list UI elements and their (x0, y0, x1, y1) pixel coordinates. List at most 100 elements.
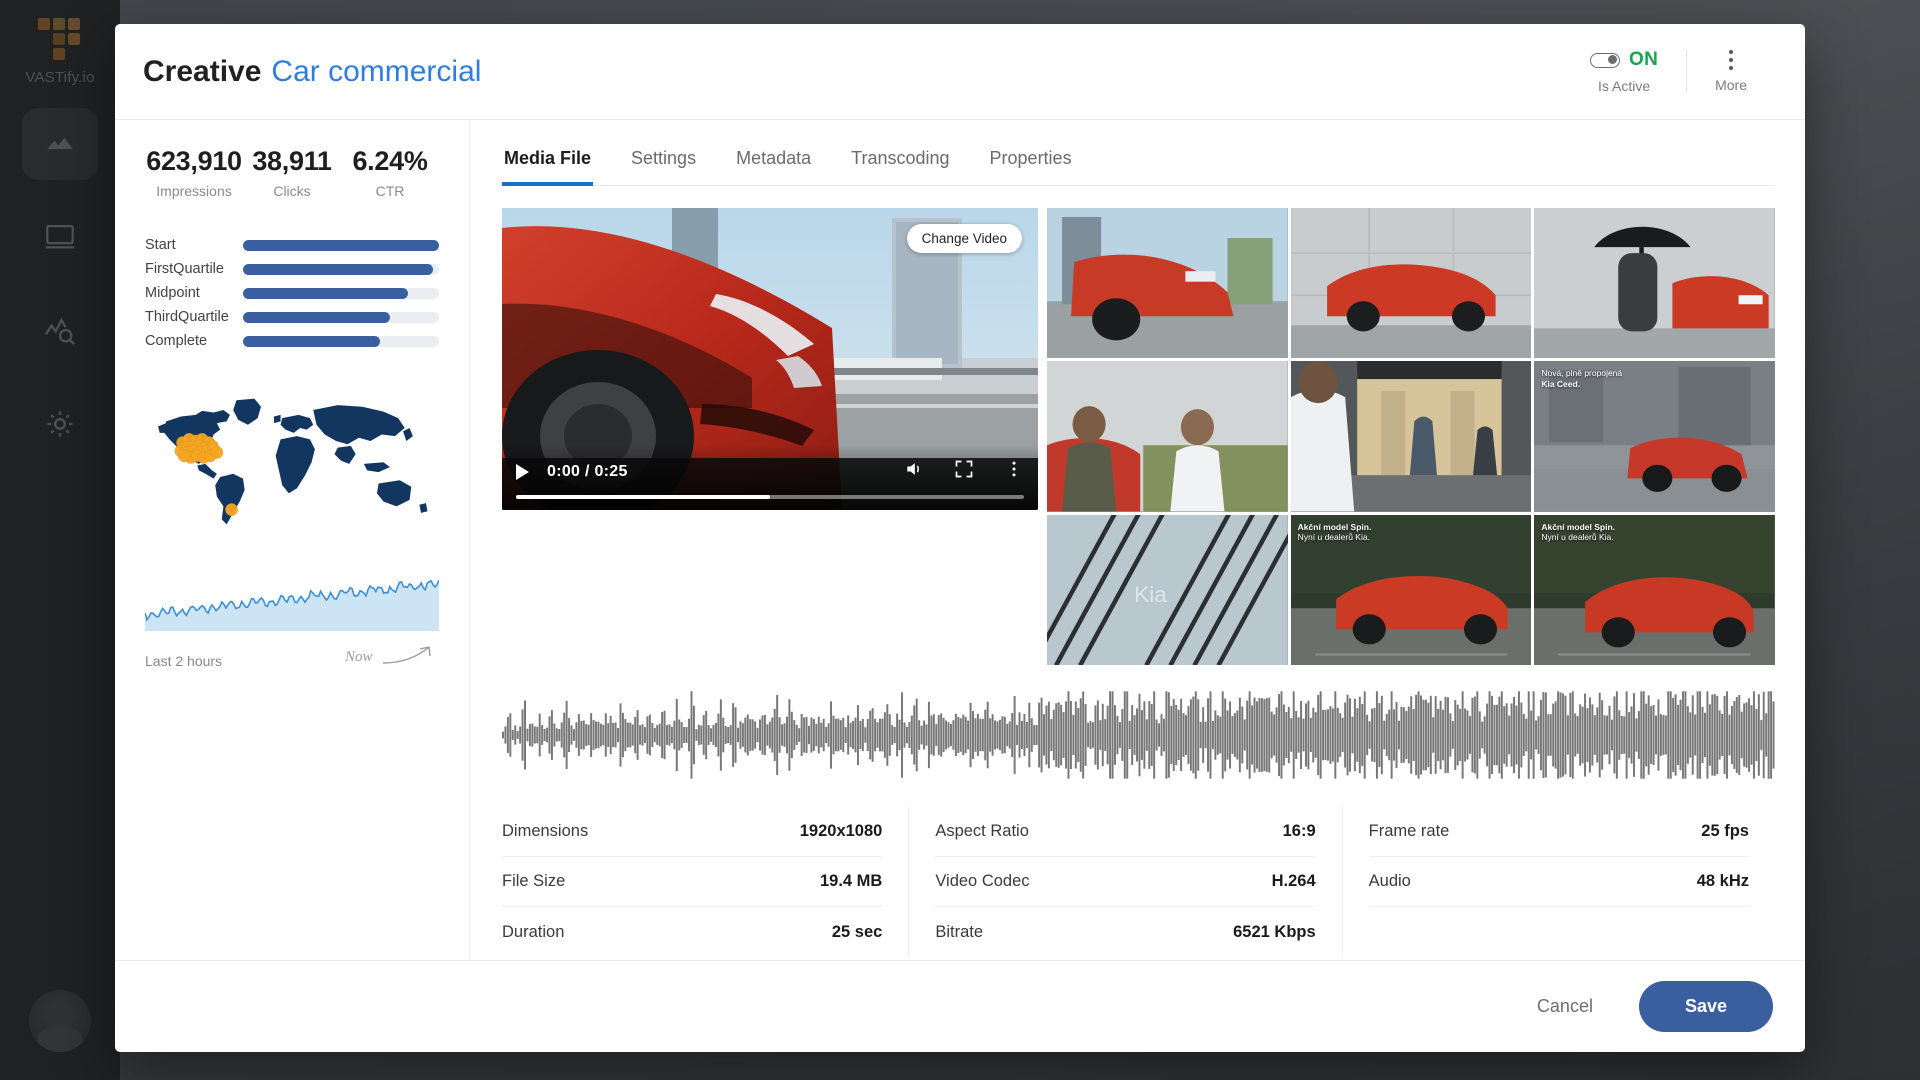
quartile-track (243, 264, 439, 275)
metadata-key: Aspect Ratio (935, 822, 1029, 841)
tab-media-file[interactable]: Media File (502, 142, 593, 185)
thumbnail-grid: Nová, plně propojená Kia Ceed. Kia (1047, 208, 1775, 665)
thumbnail-1[interactable] (1047, 208, 1288, 358)
metadata-key: File Size (502, 872, 565, 891)
volume-icon[interactable] (904, 459, 924, 484)
quartile-chart: Start FirstQuartile Midpoint ThirdQuarti… (145, 233, 439, 353)
sidebar-item-analytics[interactable] (22, 296, 98, 368)
tab-metadata[interactable]: Metadata (734, 142, 813, 185)
metadata-key: Audio (1369, 872, 1411, 891)
thumbnail-caption-title: Akční model Spin. (1298, 522, 1372, 533)
quartile-fill (243, 264, 433, 275)
sidebar-item-inventory[interactable] (22, 202, 98, 274)
kpi-impressions: 623,910 Impressions (145, 146, 243, 199)
kpi-value: 38,911 (243, 146, 341, 177)
thumbnail-5[interactable] (1291, 361, 1532, 511)
quartile-fill (243, 240, 439, 251)
kpi-label: Clicks (243, 183, 341, 199)
video-controls: 0:00 / 0:25 (502, 444, 1038, 510)
thumbnail-2[interactable] (1291, 208, 1532, 358)
metadata-row: Dimensions 1920x1080 (502, 807, 882, 857)
metadata-value: 25 sec (832, 923, 882, 942)
quartile-track (243, 240, 439, 251)
quartile-label: Start (145, 237, 243, 253)
modal-header: CreativeCar commercial ON Is Active More (115, 24, 1805, 120)
metadata-value: 6521 Kbps (1233, 923, 1316, 942)
is-active-toggle[interactable] (1590, 53, 1620, 68)
metadata-key: Dimensions (502, 822, 588, 841)
quartile-label: FirstQuartile (145, 261, 243, 277)
media-row: Change Video 0:00 / 0:25 (502, 208, 1775, 665)
modal-body: 623,910 Impressions 38,911 Clicks 6.24% … (115, 120, 1805, 960)
quartile-row: Midpoint (145, 281, 439, 305)
video-time-display: 0:00 / 0:25 (547, 463, 628, 481)
play-icon[interactable] (516, 464, 529, 480)
change-video-button[interactable]: Change Video (907, 224, 1022, 253)
thumbnail-8[interactable]: Akční model Spin. Nyní u dealerů Kia. (1291, 515, 1532, 665)
thumbnail-caption-sub: Nová, plně propojená (1541, 368, 1622, 378)
video-kebab-icon[interactable] (1004, 459, 1024, 484)
waveform-svg (502, 689, 1775, 781)
kebab-icon[interactable] (1729, 50, 1733, 70)
tab-transcoding[interactable]: Transcoding (849, 142, 951, 185)
metadata-value: 19.4 MB (820, 872, 882, 891)
video-progress-bar[interactable] (516, 495, 1024, 499)
metadata-value: 16:9 (1283, 822, 1316, 841)
quartile-fill (243, 288, 408, 299)
metadata-column-3: Frame rate 25 fps Audio 48 kHz (1342, 807, 1775, 957)
thumbnail-6[interactable]: Nová, plně propojená Kia Ceed. (1534, 361, 1775, 511)
kpi-ctr: 6.24% CTR (341, 146, 439, 199)
thumbnail-caption-sub: Nyní u dealerů Kia. (1298, 532, 1370, 542)
thumbnail-9[interactable]: Akční model Spin. Nyní u dealerů Kia. (1534, 515, 1775, 665)
analytics-search-icon (43, 313, 77, 352)
metadata-column-2: Aspect Ratio 16:9 Video Codec H.264 Bitr… (908, 807, 1341, 957)
quartile-track (243, 288, 439, 299)
sidebar-item-settings[interactable] (22, 390, 98, 462)
creative-detail-modal: CreativeCar commercial ON Is Active More… (115, 24, 1805, 1052)
image-icon (43, 125, 77, 164)
metadata-row-empty (1369, 907, 1749, 957)
fullscreen-icon[interactable] (954, 459, 974, 484)
metadata-row: Bitrate 6521 Kbps (935, 907, 1315, 957)
now-annotation: Now (343, 639, 439, 669)
thumbnail-3[interactable] (1534, 208, 1775, 358)
app-sidebar: VASTify.io (0, 0, 120, 1080)
thumbnail-7[interactable]: Kia (1047, 515, 1288, 665)
video-player[interactable]: Change Video 0:00 / 0:25 (502, 208, 1038, 510)
metadata-key: Frame rate (1369, 822, 1450, 841)
thumbnail-caption: Nová, plně propojená Kia Ceed. (1541, 368, 1622, 389)
traffic-sparkline: Last 2 hours Now (145, 569, 439, 669)
quartile-fill (243, 312, 390, 323)
kpi-value: 623,910 (145, 146, 243, 177)
page-title-sub: Car commercial (271, 55, 481, 88)
quartile-track (243, 336, 439, 347)
metadata-row: Frame rate 25 fps (1369, 807, 1749, 857)
more-menu-group[interactable]: More (1686, 50, 1775, 93)
tab-settings[interactable]: Settings (629, 142, 698, 185)
avatar[interactable] (29, 990, 91, 1052)
more-caption: More (1715, 77, 1747, 93)
is-active-toggle-group[interactable]: ON Is Active (1562, 49, 1686, 94)
now-label-text: Now (344, 649, 373, 665)
world-map (145, 379, 439, 539)
thumbnail-caption-title: Akční model Spin. (1541, 522, 1615, 533)
stats-panel: 623,910 Impressions 38,911 Clicks 6.24% … (115, 120, 470, 960)
app-logo[interactable]: VASTify.io (25, 18, 94, 86)
save-button[interactable]: Save (1639, 981, 1773, 1032)
metadata-row: Video Codec H.264 (935, 857, 1315, 907)
metadata-column-1: Dimensions 1920x1080 File Size 19.4 MB D… (502, 807, 908, 957)
quartile-fill (243, 336, 380, 347)
metadata-key: Video Codec (935, 872, 1029, 891)
media-metadata: Dimensions 1920x1080 File Size 19.4 MB D… (502, 807, 1775, 957)
thumbnail-4[interactable] (1047, 361, 1288, 511)
metadata-value: 25 fps (1701, 822, 1749, 841)
world-map-svg (145, 379, 439, 539)
kpi-label: Impressions (145, 183, 243, 199)
kpi-row: 623,910 Impressions 38,911 Clicks 6.24% … (145, 146, 439, 199)
tab-properties[interactable]: Properties (988, 142, 1074, 185)
cancel-button[interactable]: Cancel (1521, 986, 1609, 1027)
quartile-row: Complete (145, 329, 439, 353)
sidebar-item-creatives[interactable] (22, 108, 98, 180)
thumbnail-caption: Akční model Spin. Nyní u dealerů Kia. (1298, 522, 1372, 543)
metadata-row: Duration 25 sec (502, 907, 882, 957)
